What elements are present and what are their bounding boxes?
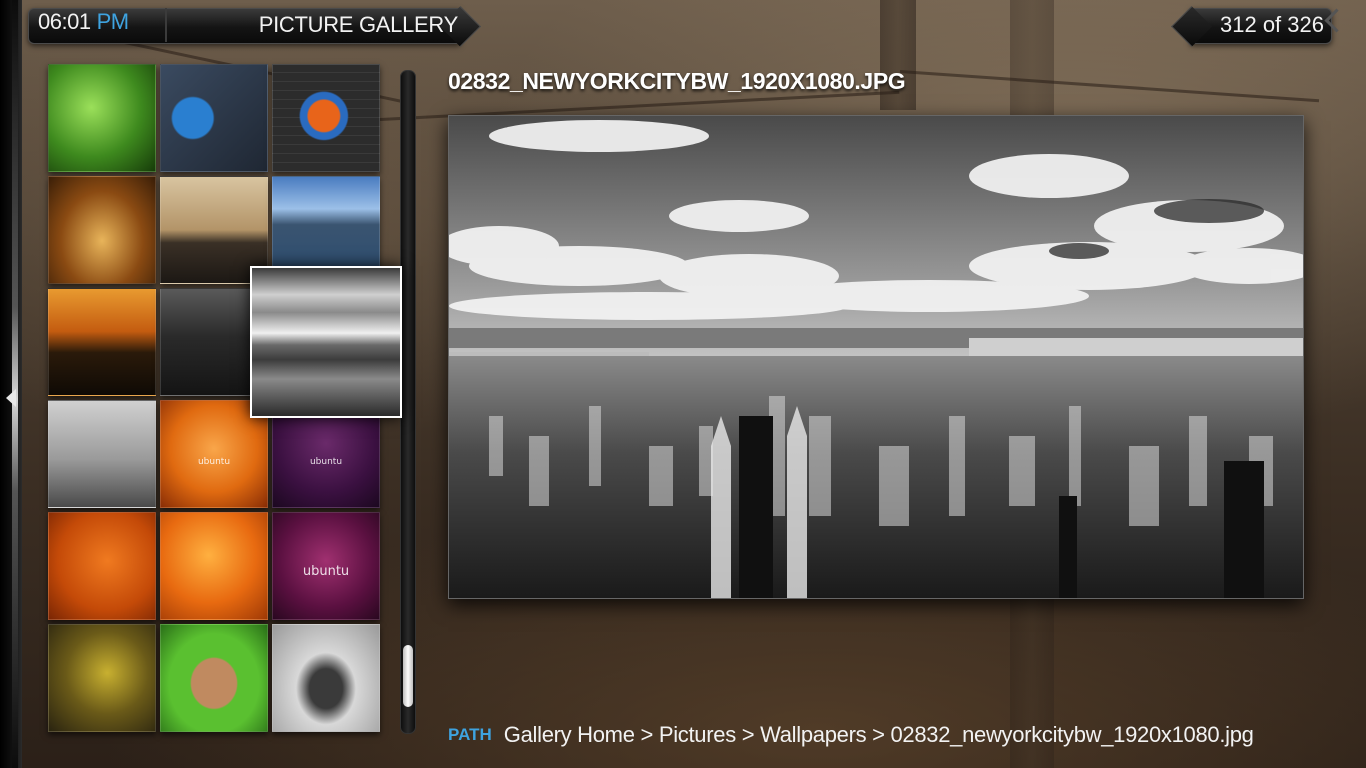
thumb-nvidia-green[interactable] <box>48 64 156 172</box>
thumb-green-hood-woman[interactable] <box>160 624 268 732</box>
thumb-autumn-road[interactable] <box>48 176 156 284</box>
side-menu-edge[interactable] <box>0 0 22 768</box>
side-menu-bar <box>12 0 18 768</box>
picture-gallery-screen: 06:01 PM PICTURE GALLERY 312 of 326 ubunt… <box>0 0 1366 768</box>
thumb-orange-1[interactable] <box>48 512 156 620</box>
side-menu-arrow-icon[interactable] <box>6 389 16 407</box>
thumb-muscle-car[interactable] <box>272 624 380 732</box>
thumb-sunset-beach[interactable] <box>48 288 156 396</box>
thumb-firefox-bricks[interactable] <box>272 64 380 172</box>
background-branch <box>899 70 1320 103</box>
clock-ampm: PM <box>96 9 130 34</box>
section-title: PICTURE GALLERY <box>258 12 459 37</box>
position-counter: 312 of 326 <box>1220 12 1324 37</box>
thumb-newyork-bw[interactable] <box>250 266 402 418</box>
preview-image-newyork-bw <box>449 116 1303 598</box>
thumb-firefox-graffiti[interactable] <box>160 64 268 172</box>
header-divider <box>165 8 167 42</box>
path-label: PATH <box>448 725 492 744</box>
breadcrumb-path: PATH Gallery Home > Pictures > Wallpapers… <box>448 722 1254 748</box>
thumb-bridge-bw[interactable] <box>48 400 156 508</box>
clock-time: 06:01 <box>38 9 91 34</box>
thumb-caption: ubuntu <box>302 564 350 579</box>
scrollbar-thumb[interactable] <box>403 645 413 707</box>
thumb-caption: ubuntu <box>197 457 231 467</box>
clock: 06:01 PM <box>38 9 129 35</box>
preview-filename: 02832_NEWYORKCITYBW_1920X1080.JPG <box>448 68 906 94</box>
thumb-rainy-person[interactable] <box>48 624 156 732</box>
thumb-orange-2[interactable] <box>160 512 268 620</box>
thumb-caption: ubuntu <box>309 457 343 467</box>
thumb-ubuntu-plum[interactable]: ubuntu <box>272 512 380 620</box>
image-preview[interactable] <box>448 115 1304 599</box>
thumbnail-scrollbar[interactable] <box>400 70 416 734</box>
path-value: Gallery Home > Pictures > Wallpapers > 0… <box>503 722 1254 747</box>
